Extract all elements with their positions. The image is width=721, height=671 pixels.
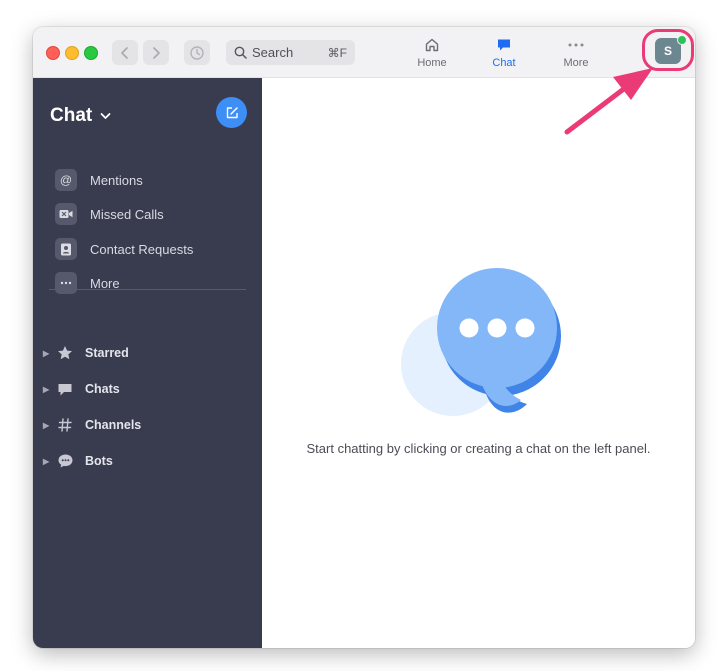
chat-content-area: Start chatting by clicking or creating a… (262, 78, 695, 648)
sidebar-item-label: Contact Requests (90, 241, 194, 257)
back-button[interactable] (112, 40, 138, 65)
chevron-right-icon (153, 46, 160, 59)
new-chat-button[interactable] (216, 97, 247, 128)
bot-bubble-icon (56, 452, 74, 470)
caret-right-icon: ▶ (43, 420, 50, 430)
zoom-window-button[interactable] (84, 46, 98, 60)
minimize-window-button[interactable] (65, 46, 79, 60)
section-label: Chats (85, 382, 120, 396)
chat-bubble-icon (56, 380, 74, 398)
search-bar[interactable]: Search ⌘F (226, 40, 355, 65)
sidebar-item-more[interactable]: More (55, 272, 120, 294)
search-shortcut: ⌘F (327, 45, 347, 60)
chat-bubbles-illustration (401, 266, 561, 431)
tab-chat[interactable]: Chat (478, 36, 530, 72)
sidebar-item-contact-requests[interactable]: Contact Requests (55, 238, 193, 260)
empty-state-message: Start chatting by clicking or creating a… (306, 441, 651, 456)
star-icon (56, 344, 74, 362)
sidebar-title: Chat (50, 105, 93, 126)
sidebar-item-label: Missed Calls (90, 206, 164, 222)
chevron-left-icon (121, 46, 128, 59)
chevron-down-icon (100, 112, 111, 120)
section-label: Bots (85, 454, 113, 468)
history-clock-icon (190, 45, 204, 60)
sidebar-section-bots[interactable]: ▶ Bots (43, 451, 113, 471)
tab-home-label: Home (417, 57, 447, 69)
hashtag-icon (56, 416, 74, 434)
sidebar-item-mentions[interactable]: @ Mentions (55, 169, 143, 191)
sidebar-item-missed-calls[interactable]: Missed Calls (55, 203, 164, 225)
compose-icon (226, 106, 238, 118)
search-icon (234, 46, 247, 59)
home-icon (424, 36, 440, 54)
caret-right-icon: ▶ (43, 456, 50, 466)
chat-bubble-icon (496, 36, 512, 54)
contact-card-icon (55, 238, 77, 260)
caret-right-icon: ▶ (43, 384, 50, 394)
sidebar-title-menu[interactable]: Chat (50, 105, 111, 127)
caret-right-icon: ▶ (43, 348, 50, 358)
sidebar-item-label: Mentions (90, 172, 143, 188)
close-window-button[interactable] (46, 46, 60, 60)
sidebar-divider (49, 289, 246, 290)
sidebar-section-chats[interactable]: ▶ Chats (43, 379, 120, 399)
more-dots-icon (567, 36, 585, 54)
presence-indicator (677, 35, 687, 45)
annotation-arrow (564, 68, 653, 135)
ellipsis-icon (55, 272, 77, 294)
section-label: Starred (85, 346, 129, 360)
tab-chat-label: Chat (492, 57, 516, 69)
chat-sidebar: Chat @ Mentions Missed Calls Contact Req… (33, 78, 262, 648)
history-button[interactable] (184, 40, 210, 65)
tab-home[interactable]: Home (406, 36, 458, 72)
video-camera-icon (55, 203, 77, 225)
sidebar-section-starred[interactable]: ▶ Starred (43, 343, 129, 363)
forward-button[interactable] (143, 40, 169, 65)
section-label: Channels (85, 418, 142, 432)
at-icon: @ (55, 169, 77, 191)
search-label: Search (252, 45, 294, 60)
sidebar-section-channels[interactable]: ▶ Channels (43, 415, 141, 435)
